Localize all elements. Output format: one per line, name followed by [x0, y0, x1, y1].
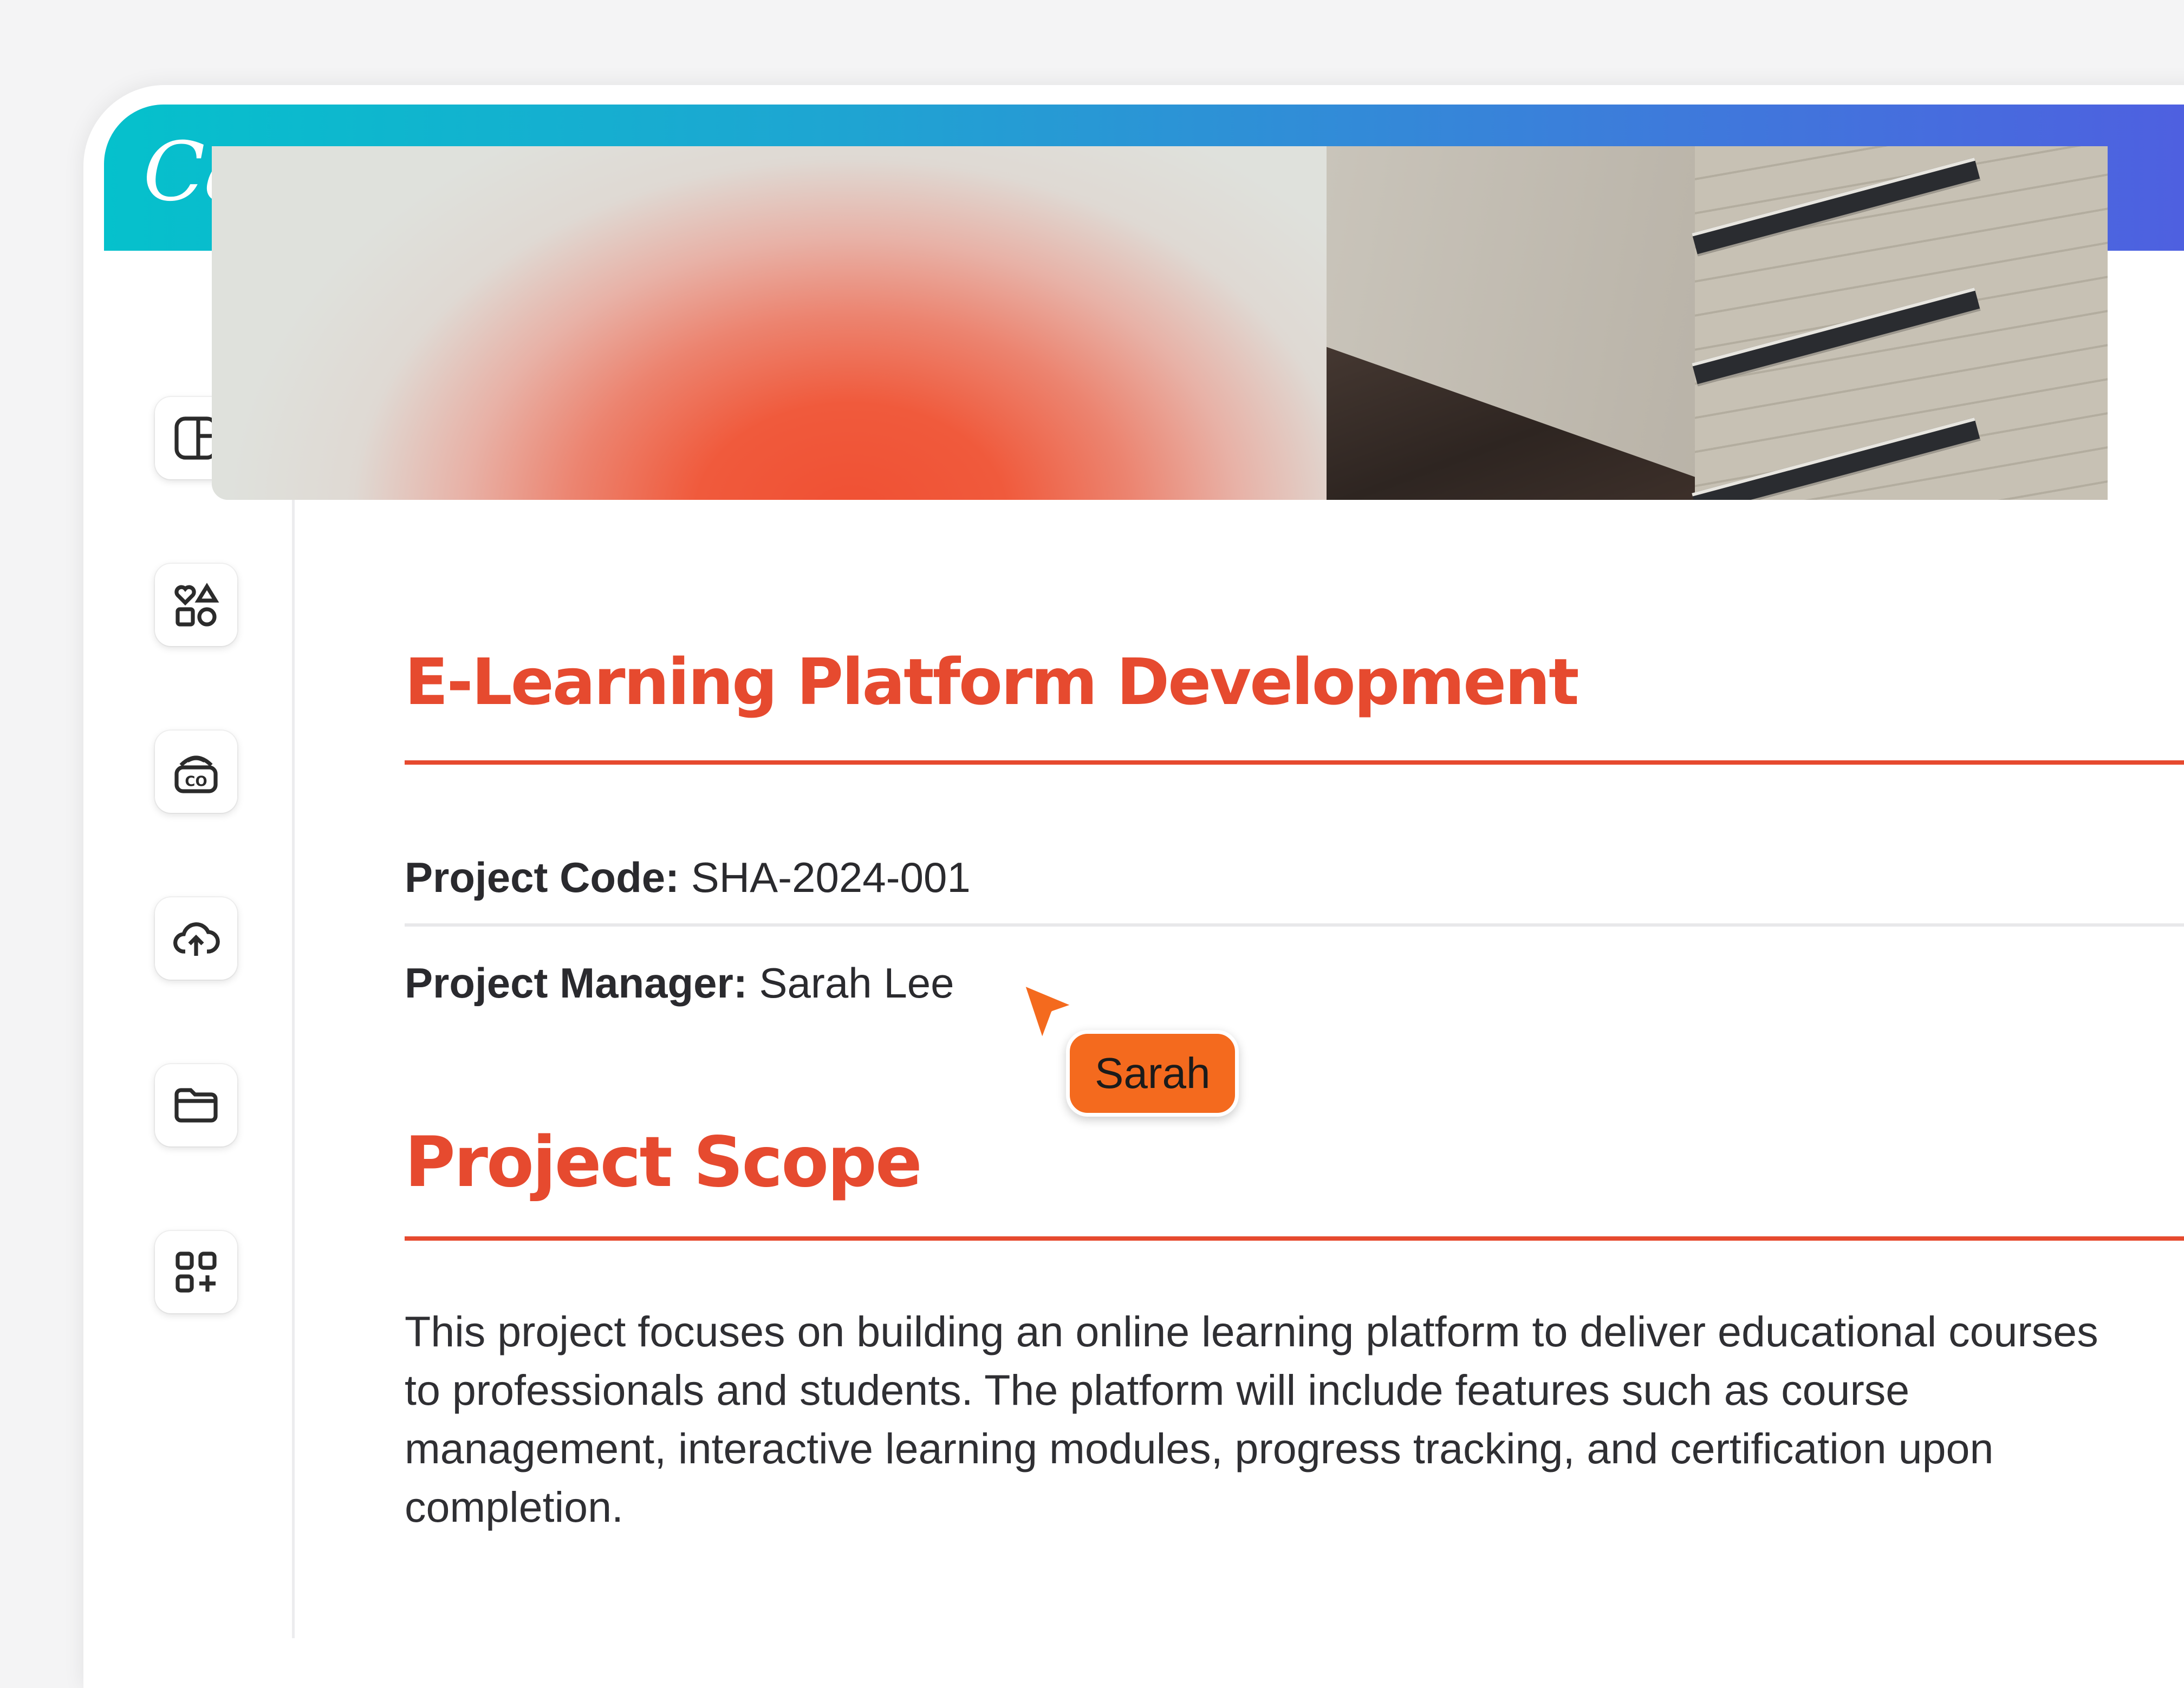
document-title[interactable]: E-Learning Platform Development — [405, 644, 1580, 719]
section-heading[interactable]: Project Scope — [405, 1122, 922, 1203]
sidebar-item-apps[interactable] — [155, 1231, 237, 1313]
hero-image[interactable] — [212, 146, 2108, 500]
upload-cloud-icon — [173, 922, 220, 956]
collaborator-name-badge: Sarah — [1066, 1030, 1239, 1117]
project-code-value: SHA-2024-001 — [679, 853, 971, 901]
svg-text:CO: CO — [185, 773, 207, 790]
sidebar-item-brand[interactable]: CO — [155, 731, 237, 813]
field-divider — [405, 923, 2184, 927]
elements-icon — [174, 583, 219, 627]
project-manager-field[interactable]: Project Manager: Sarah Lee — [405, 959, 954, 1008]
sidebar-item-uploads[interactable] — [155, 897, 237, 980]
sidebar-item-projects[interactable] — [155, 1064, 237, 1146]
folder-icon — [174, 1088, 218, 1123]
sidebar-item-elements[interactable] — [155, 564, 237, 646]
project-code-label: Project Code: — [405, 853, 680, 901]
project-manager-label: Project Manager: — [405, 959, 748, 1007]
project-code-field[interactable]: Project Code: SHA-2024-001 — [405, 853, 971, 902]
gradient-graphic — [212, 146, 1327, 500]
title-divider — [405, 760, 2184, 765]
project-manager-value: Sarah Lee — [747, 959, 954, 1007]
brand-icon: CO — [174, 755, 218, 793]
body-paragraph[interactable]: This project focuses on building an onli… — [405, 1302, 2138, 1536]
section-divider — [405, 1236, 2184, 1241]
building-photo — [1327, 146, 2108, 500]
apps-icon — [176, 1252, 217, 1293]
